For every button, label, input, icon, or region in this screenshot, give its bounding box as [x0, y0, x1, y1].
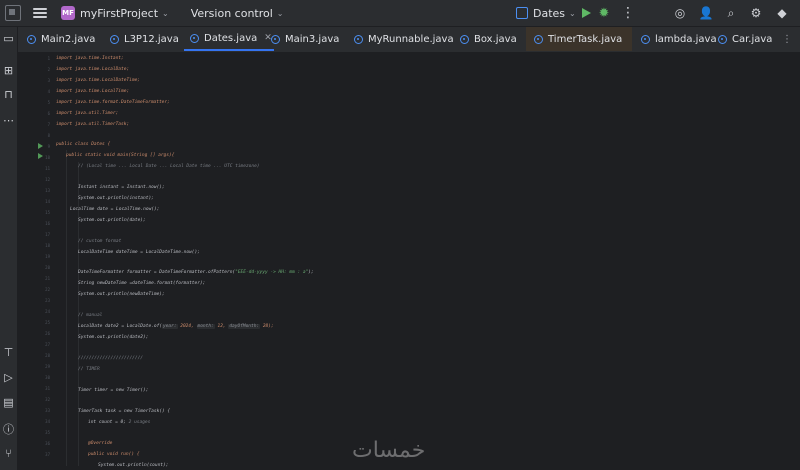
version-control-menu[interactable]: Version control	[191, 7, 273, 20]
code-line: public static void main(String [] args){	[66, 153, 175, 158]
chevron-down-icon: ⌄	[569, 8, 576, 18]
code-line: String newDateTime =dateTime.format(form…	[78, 281, 206, 286]
run-button[interactable]	[578, 5, 594, 21]
line-gutter: 1 2 3 4 5 6 7 8 9 10 11 12 13 14 15 16 1…	[18, 52, 50, 470]
code-line: import java.time.LocalTime;	[56, 89, 130, 94]
tab-box[interactable]: Box.java	[460, 27, 517, 51]
ai-assistant-icon[interactable]: ◎	[672, 5, 688, 21]
code-line: Timer timer = new Timer();	[78, 388, 149, 393]
add-user-icon[interactable]: 👤	[698, 5, 714, 21]
debug-icon[interactable]: ✹	[596, 5, 612, 21]
terminal-icon[interactable]: ▤	[2, 396, 15, 409]
search-icon[interactable]: ⌕	[723, 5, 739, 21]
code-line: DateTimeFormatter formatter = DateTimeFo…	[78, 270, 314, 275]
project-badge[interactable]: MF	[61, 6, 75, 20]
code-line: import java.time.format.DateTimeFormatte…	[56, 100, 170, 105]
jetbrains-logo-icon: ◆	[777, 6, 787, 20]
code-line: import java.util.Timer;	[56, 111, 119, 116]
build-icon[interactable]: ⊤	[2, 346, 15, 359]
code-line: LocalDateTime dateTime = LocalDateTime.n…	[78, 250, 200, 255]
tab-label: L3P12.java	[124, 33, 179, 45]
code-line: public class Dates {	[56, 142, 111, 147]
services-icon[interactable]: ▷	[2, 371, 15, 384]
java-class-icon	[27, 34, 36, 44]
param-hint: dayOfMonth:	[228, 324, 261, 329]
code-line: System.out.println(count);	[98, 463, 169, 468]
code-line: LocalTime date = LocalTime.now();	[70, 207, 160, 212]
code-line: // custom format	[78, 239, 122, 244]
java-class-icon	[534, 34, 543, 44]
code-line: System.out.println(date);	[78, 218, 146, 223]
code-line: ////////////////////////	[78, 356, 144, 361]
tab-main2[interactable]: Main2.java	[27, 27, 95, 51]
param-hint: year:	[162, 324, 178, 329]
run-configuration-selector[interactable]: Dates ⌄	[516, 0, 576, 26]
code-line: int count = 0; 2 usages	[88, 420, 151, 425]
java-class-icon	[641, 34, 650, 44]
run-config-icon	[516, 7, 528, 19]
code-line: TimerTask task = new TimerTask() {	[78, 409, 171, 414]
usages-hint[interactable]: 2 usages	[129, 420, 151, 425]
tab-main3[interactable]: Main3.java	[271, 27, 339, 51]
java-class-icon	[110, 34, 119, 44]
code-line: // (Local time ... Local Date ... Local …	[78, 164, 260, 169]
code-line: // TIMER	[78, 367, 100, 372]
code-line: import java.time.Instant;	[56, 56, 124, 61]
run-gutter-icon[interactable]	[38, 153, 43, 159]
param-hint: month:	[196, 324, 215, 329]
git-icon[interactable]: ⑂	[2, 447, 15, 460]
run-config-label: Dates	[533, 6, 566, 20]
tab-label: Dates.java	[204, 32, 258, 44]
code-line: Instant instant = Instant.now();	[78, 185, 165, 190]
tab-label: Main3.java	[285, 33, 340, 45]
chevron-down-icon[interactable]: ⌄	[277, 9, 284, 18]
tab-car[interactable]: Car.java	[718, 27, 772, 51]
code-line: System.out.println(newDateTime);	[78, 292, 165, 297]
java-class-icon	[190, 33, 199, 43]
run-icon	[581, 8, 591, 18]
problems-icon[interactable]: ⓘ	[2, 422, 15, 436]
watermark-logo: خمسات	[352, 438, 426, 463]
tab-myrunnable[interactable]: MyRunnable.java	[354, 27, 454, 51]
tab-label: Box.java	[474, 33, 517, 45]
code-line: System.out.println(date2);	[78, 335, 149, 340]
tab-label: MyRunnable.java	[368, 33, 454, 45]
tool-window-bar: ▭ ⊞ ⊓ ⋯ ⊤ ▷ ▤ ⓘ ⑂	[0, 27, 18, 470]
tab-label: Car.java	[732, 33, 773, 45]
tab-l3p12[interactable]: L3P12.java	[110, 27, 179, 51]
code-line: LocalDate date2 = LocalDate.of(year: 202…	[78, 324, 274, 329]
code-editor[interactable]: 1 2 3 4 5 6 7 8 9 10 11 12 13 14 15 16 1…	[18, 52, 800, 470]
project-name[interactable]: myFirstProject	[80, 7, 158, 20]
java-class-icon	[354, 34, 363, 44]
code-line: import java.time.LocalDateTime;	[56, 78, 140, 83]
java-class-icon	[460, 34, 469, 44]
java-class-icon	[271, 34, 280, 44]
tab-timertask[interactable]: TimerTask.java	[526, 27, 632, 51]
folder-icon[interactable]: ▭	[2, 32, 15, 45]
chevron-down-icon[interactable]: ⌄	[162, 9, 169, 18]
code-line: public void run() {	[88, 452, 140, 457]
tabs-overflow-icon[interactable]: ⋮	[782, 27, 792, 51]
tab-label: TimerTask.java	[548, 33, 623, 45]
main-menu-icon[interactable]	[33, 8, 47, 18]
structure-icon[interactable]: ⊞	[2, 64, 15, 77]
tab-lambda[interactable]: lambda.java	[641, 27, 717, 51]
editor-tab-bar: Main2.java L3P12.java Dates.java ✕ Main3.…	[18, 27, 800, 53]
app-window-icon	[5, 5, 21, 21]
tab-dates[interactable]: Dates.java ✕	[184, 27, 274, 51]
tab-label: Main2.java	[41, 33, 96, 45]
bookmark-icon[interactable]: ⊓	[2, 88, 15, 101]
more-tools-icon[interactable]: ⋯	[2, 114, 15, 127]
gear-icon[interactable]: ⚙	[748, 5, 764, 21]
run-gutter-icon[interactable]	[38, 143, 43, 149]
code-line: import java.time.LocalDate;	[56, 67, 130, 72]
java-class-icon	[718, 34, 727, 44]
code-line: // manual	[78, 313, 103, 318]
code-line: @Override	[88, 441, 113, 446]
more-actions-icon[interactable]: ⋮	[620, 5, 636, 21]
tab-label: lambda.java	[655, 33, 717, 45]
code-line: System.out.println(instant);	[78, 196, 154, 201]
code-line: import java.util.TimerTask;	[56, 122, 130, 127]
